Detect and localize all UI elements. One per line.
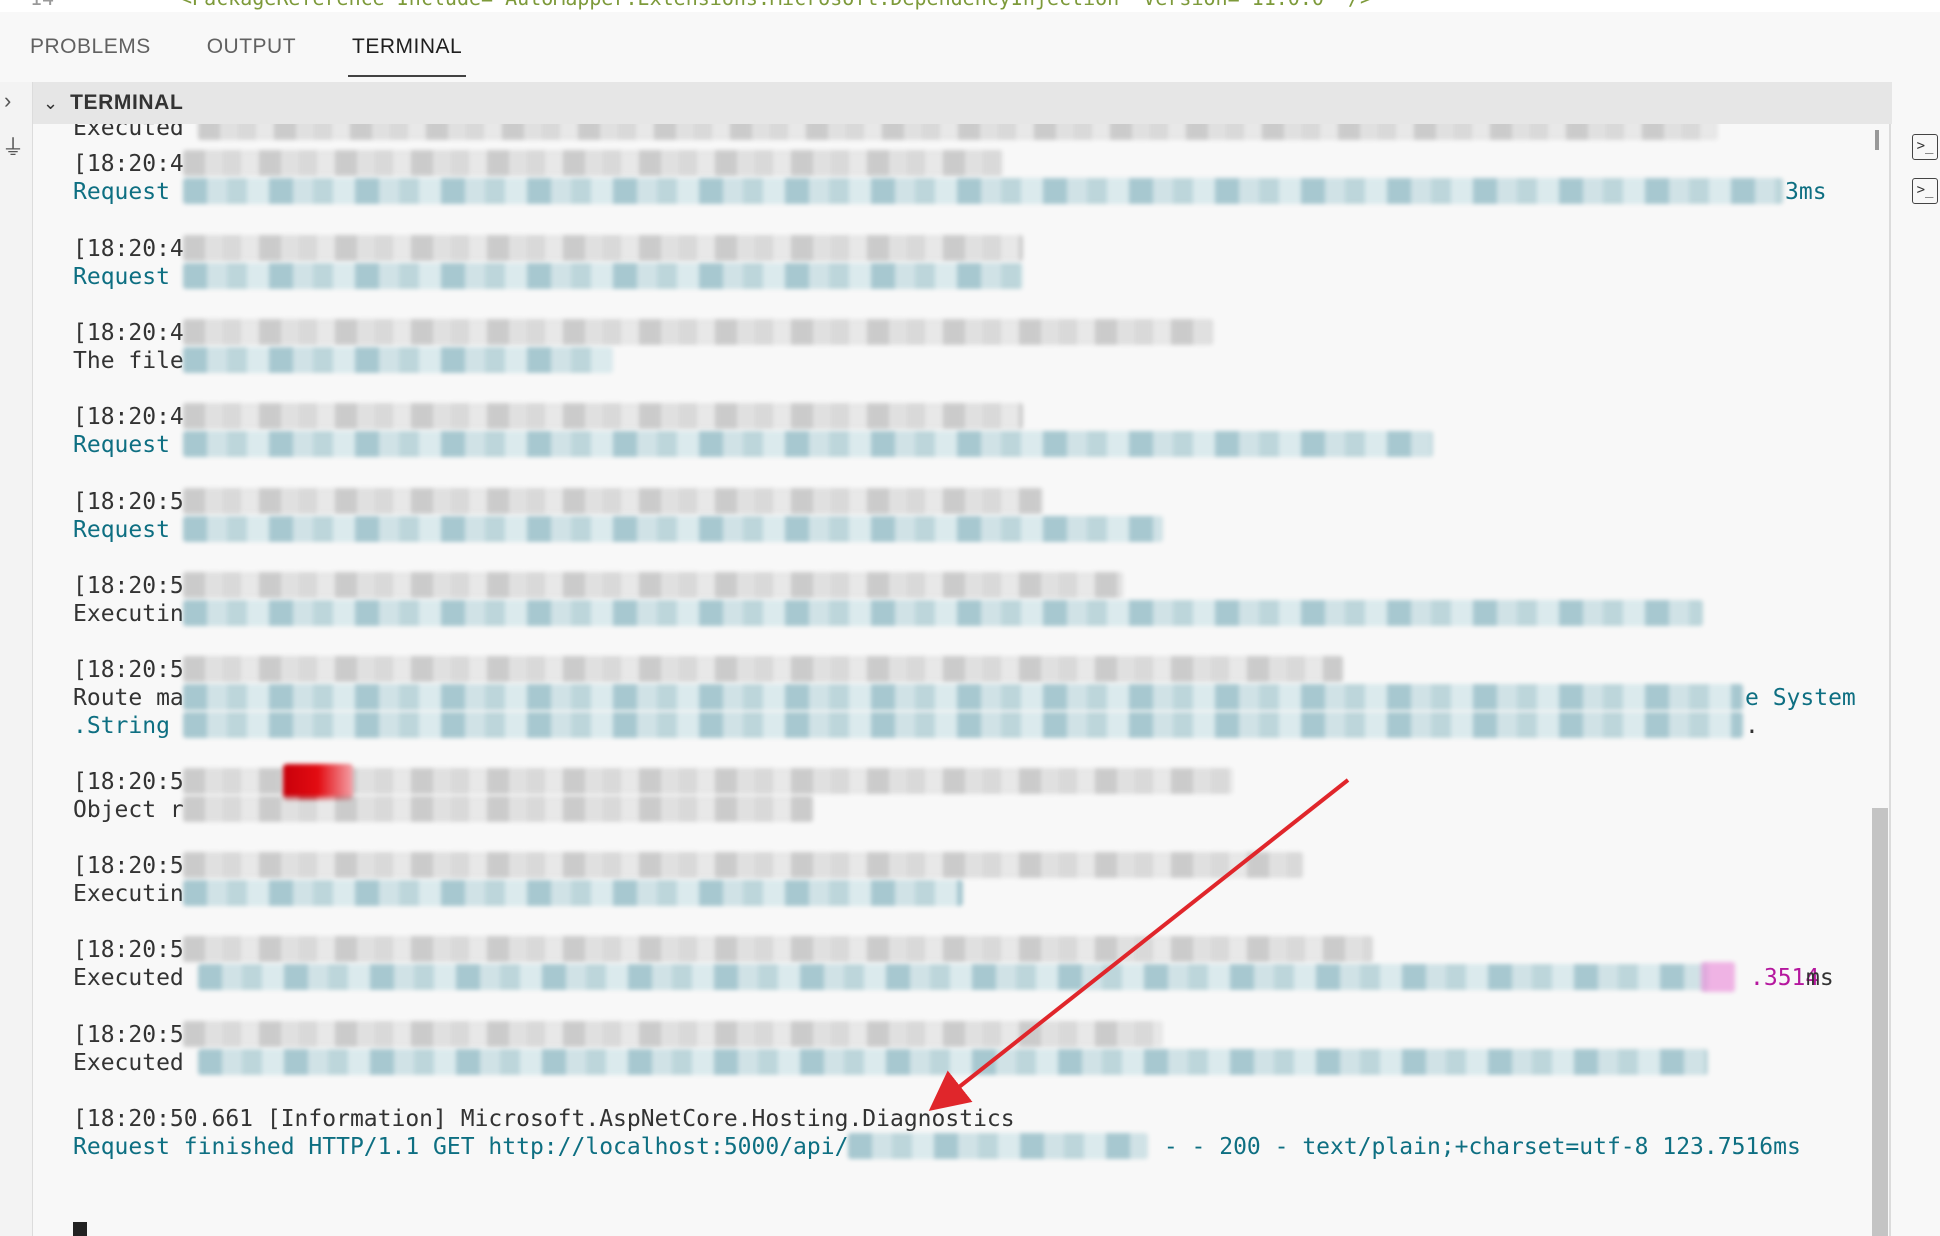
- terminal-output[interactable]: Executed [18:20:4 Request 3ms [18:20:4 R…: [33, 124, 1889, 1236]
- redacted-text: [183, 178, 1783, 204]
- redacted-text: [183, 796, 813, 822]
- log-timestamp: [18:20:5: [73, 1022, 184, 1048]
- log-timestamp: [18:20:4: [73, 236, 184, 262]
- redacted-text: [183, 403, 1023, 429]
- log-message: Executed: [73, 965, 184, 991]
- editor-line-number: 14: [30, 0, 54, 10]
- redacted-text: [183, 712, 1743, 738]
- log-timestamp: [18:20:5: [73, 937, 184, 963]
- left-gutter: › ⏚: [0, 82, 33, 1236]
- log-timestamp: [18:20:4: [73, 320, 184, 346]
- redacted-text: [183, 347, 613, 373]
- log-duration-unit: ms: [1806, 965, 1834, 991]
- terminal-section-header[interactable]: ⌄ TERMINAL: [33, 82, 1893, 124]
- log-message: Route ma: [73, 685, 184, 711]
- chevron-down-icon[interactable]: ⌄: [43, 93, 58, 114]
- log-line: Executed: [73, 124, 184, 141]
- log-message: Executin: [73, 601, 184, 627]
- editor-code-line: <PackageReference Include="AutoMapper.Ex…: [180, 0, 1372, 10]
- redacted-text: [183, 263, 1023, 289]
- redacted-text: [183, 936, 1373, 962]
- log-message-final: Request finished HTTP/1.1 GET http://loc…: [73, 1134, 849, 1160]
- redacted-text: [183, 656, 1343, 682]
- log-message: The file: [73, 348, 184, 374]
- scroll-position-marker: [1875, 130, 1879, 150]
- log-message: Request: [73, 517, 170, 543]
- log-message-tail: e System: [1745, 685, 1856, 711]
- redacted-text: [198, 1049, 1708, 1075]
- log-timestamp: [18:20:5: [73, 573, 184, 599]
- redacted-highlight: [283, 764, 353, 800]
- log-message-tail: 3ms: [1785, 179, 1827, 205]
- redacted-text: [183, 150, 1003, 176]
- terminal-cursor: [73, 1222, 87, 1236]
- chevron-right-icon[interactable]: ›: [4, 88, 11, 114]
- redacted-text: [183, 600, 1703, 626]
- log-timestamp: [18:20:5: [73, 769, 184, 795]
- redacted-text: [183, 852, 1303, 878]
- redacted-text: [198, 964, 1708, 990]
- tab-output[interactable]: OUTPUT: [203, 23, 300, 71]
- terminal-list-panel: [1892, 82, 1940, 1236]
- redacted-text: [183, 431, 1433, 457]
- redacted-text: [183, 488, 1043, 514]
- terminal-icon[interactable]: >_: [1912, 134, 1938, 160]
- redacted-text: [848, 1133, 1148, 1159]
- redacted-text: [183, 684, 1743, 710]
- panel-tabs: PROBLEMS OUTPUT TERMINAL: [0, 12, 1940, 82]
- tab-problems[interactable]: PROBLEMS: [26, 23, 155, 71]
- log-message: Executed: [73, 1050, 184, 1076]
- plug-icon[interactable]: ⏚: [2, 130, 24, 162]
- panel-divider: [1889, 124, 1891, 1236]
- log-message: Executin: [73, 881, 184, 907]
- redacted-text: [183, 235, 1023, 261]
- redacted-highlight: [1701, 962, 1735, 992]
- terminal-scrollbar[interactable]: [1872, 808, 1888, 1236]
- log-timestamp: [18:20:5: [73, 657, 184, 683]
- terminal-section-title: TERMINAL: [70, 91, 184, 114]
- redacted-text: [183, 572, 1123, 598]
- log-message-final-tail: - - 200 - text/plain;+charset=utf-8 123.…: [1150, 1134, 1801, 1160]
- log-message: Request: [73, 264, 170, 290]
- redacted-text: [183, 880, 963, 906]
- terminal-icon[interactable]: >_: [1912, 178, 1938, 204]
- log-message: .String: [73, 713, 170, 739]
- redacted-text: [183, 1021, 1163, 1047]
- log-timestamp: [18:20:4: [73, 404, 184, 430]
- log-timestamp-final: [18:20:50.661 [Information] Microsoft.As…: [73, 1106, 1015, 1132]
- log-timestamp: [18:20:4: [73, 151, 184, 177]
- redacted-text: [183, 319, 1213, 345]
- log-message: Request: [73, 179, 170, 205]
- log-message: Object r: [73, 797, 184, 823]
- tab-terminal[interactable]: TERMINAL: [348, 23, 467, 77]
- log-timestamp: [18:20:5: [73, 489, 184, 515]
- log-message-tail: .: [1745, 713, 1759, 739]
- redacted-text: [183, 516, 1163, 542]
- log-timestamp: [18:20:5: [73, 853, 184, 879]
- log-message: Request: [73, 432, 170, 458]
- redacted-text: [198, 124, 1718, 140]
